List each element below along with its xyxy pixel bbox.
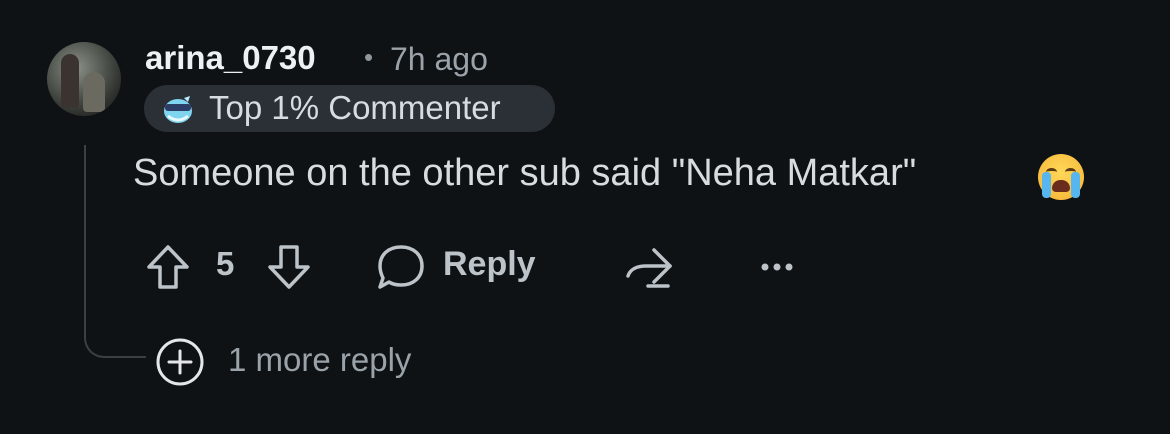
user-flair: Top 1% Commenter — [144, 85, 555, 132]
vote-count: 5 — [216, 245, 235, 282]
timestamp[interactable]: 7h ago — [390, 41, 488, 78]
expand-plus-icon — [156, 338, 204, 386]
emoji-mouth — [1052, 180, 1070, 192]
crying-face-emoji — [1038, 154, 1084, 200]
avatar-figure-left — [61, 54, 79, 108]
comment-body: Someone on the other sub said "Neha Matk… — [133, 152, 917, 194]
share-icon[interactable] — [624, 244, 676, 290]
more-options-icon[interactable] — [757, 252, 797, 282]
more-replies-button[interactable]: 1 more reply — [155, 337, 455, 387]
emoji-tear-left — [1042, 172, 1051, 198]
avatar-figure-right — [83, 72, 105, 112]
avatar[interactable] — [47, 42, 121, 116]
upvote-icon[interactable] — [144, 243, 192, 291]
reply-button[interactable]: Reply — [376, 241, 556, 293]
meta-separator: • — [364, 42, 374, 72]
reply-label: Reply — [443, 245, 536, 283]
flair-sunglasses-icon — [164, 96, 192, 123]
comment-icon — [378, 245, 424, 289]
username[interactable]: arina_0730 — [145, 39, 316, 77]
flair-label: Top 1% Commenter — [209, 89, 501, 126]
more-replies-label: 1 more reply — [228, 341, 412, 378]
emoji-tear-right — [1071, 172, 1080, 198]
downvote-icon[interactable] — [265, 243, 313, 291]
